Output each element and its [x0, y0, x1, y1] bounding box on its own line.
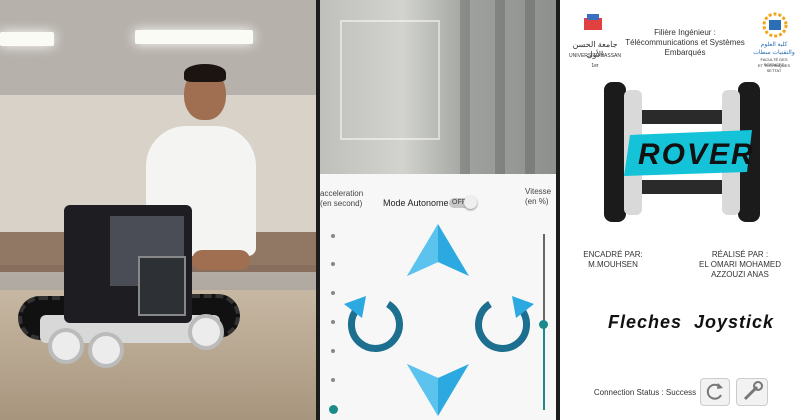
vitesse-slider-thumb[interactable]	[539, 320, 548, 329]
toggle-knob[interactable]	[464, 196, 477, 209]
person-arm	[192, 250, 250, 270]
slider-tick	[331, 262, 335, 266]
slider-tick	[331, 291, 335, 295]
fleches-button[interactable]: Fleches	[608, 312, 682, 333]
realise-name-1: EL OMARI MOHAMED	[699, 260, 781, 269]
ceiling-lamp	[0, 32, 54, 46]
rover-title: ROVER	[638, 138, 755, 171]
faculty-logo-icon	[762, 12, 788, 38]
university-name-fr: UNIVERSITÉ HASSAN 1er	[569, 53, 621, 69]
camera-view	[320, 0, 556, 174]
wall-ornament	[340, 20, 440, 140]
arrow-up-icon[interactable]	[405, 222, 471, 288]
robot-wheel	[48, 328, 84, 364]
filiere-name-2: Embarqués	[664, 48, 706, 57]
curtain-fold	[495, 0, 505, 174]
vitesse-unit: (en %)	[525, 197, 549, 206]
university-logo-icon	[584, 14, 602, 30]
connection-status: Connection Status : Success	[593, 388, 697, 397]
rotate-right-icon[interactable]	[472, 290, 538, 356]
faculty-name-fr-2: ET TECHNIQUES SETTAT	[757, 63, 791, 73]
filiere-title: Filière Ingénieur :	[654, 28, 716, 37]
robot-photo	[0, 0, 316, 420]
slider-tick	[331, 378, 335, 382]
rotate-left-icon[interactable]	[340, 290, 406, 356]
curtain-fold	[460, 0, 470, 174]
settings-button[interactable]	[736, 378, 768, 406]
filiere-name: Télécommunications et Systèmes	[625, 38, 745, 47]
photo-ceiling	[0, 0, 316, 95]
wrench-icon	[743, 381, 763, 401]
realise-name-2: AZZOUZI ANAS	[711, 270, 769, 279]
robot-camera-module	[138, 256, 186, 316]
robot-wheel	[88, 332, 124, 368]
acceleration-unit: (en second)	[320, 199, 363, 208]
vitesse-slider-fill	[543, 324, 545, 410]
acceleration-label: acceleration	[320, 189, 364, 198]
vitesse-label: Vitesse	[525, 187, 552, 196]
encadre-label: ENCADRÉ PAR:	[583, 250, 643, 259]
acceleration-slider-thumb[interactable]	[329, 405, 338, 414]
refresh-icon	[706, 383, 723, 400]
slider-tick	[331, 349, 335, 353]
mode-autonome-label: Mode Autonome	[383, 198, 449, 208]
encadre-name: M.MOUHSEN	[588, 260, 638, 269]
person-hair	[184, 64, 226, 82]
joystick-button[interactable]: Joystick	[694, 312, 774, 333]
slider-tick	[331, 320, 335, 324]
slider-tick	[331, 234, 335, 238]
realise-label: RÉALISÉ PAR :	[711, 250, 769, 259]
arrow-down-icon[interactable]	[405, 352, 471, 418]
refresh-button[interactable]	[700, 378, 730, 406]
curtain-fold	[525, 0, 535, 174]
ceiling-lamp	[135, 30, 253, 44]
robot-wheel	[188, 314, 224, 350]
